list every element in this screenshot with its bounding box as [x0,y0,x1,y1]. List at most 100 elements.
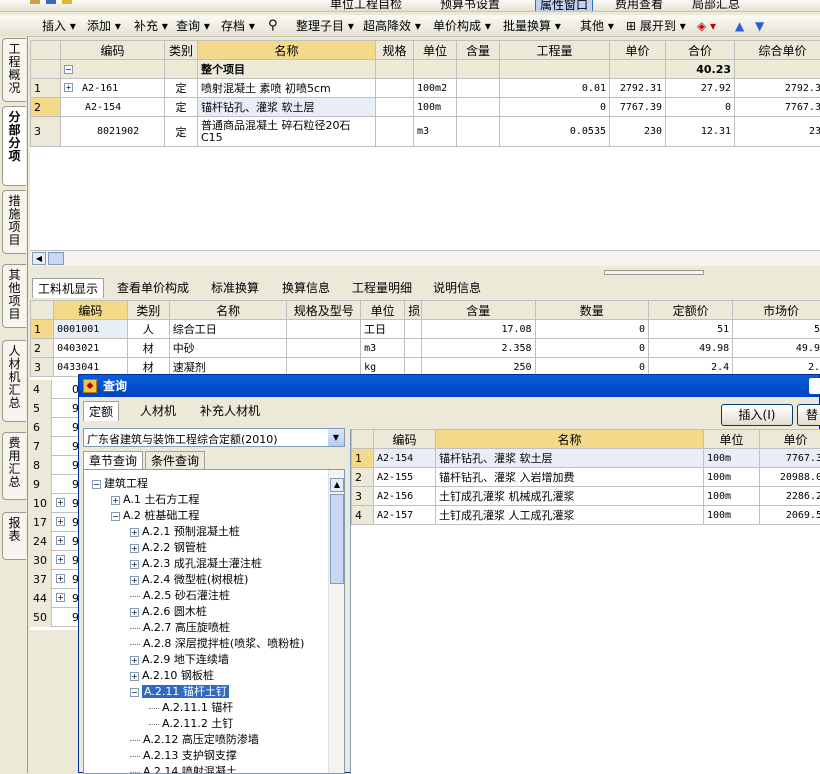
table-row[interactable]: 2 0403021 材 中砂 m3 2.358 0 49.98 49.98 [31,339,820,358]
expand-icon[interactable]: + [130,528,139,537]
side-tab-resource-summary[interactable]: 人材机汇总 [2,340,26,422]
col-header[interactable]: 单位 [414,41,457,60]
tree-node[interactable]: +A.2.4 微型桩(树根桩) [130,572,248,588]
col-header[interactable]: 编码 [61,41,165,60]
price-composition-menu[interactable]: 单价构成 ▾ [433,15,491,37]
cell-mprice[interactable]: 51 [733,320,820,339]
tab-condition-search[interactable]: 条件查询 [145,451,205,469]
expand-icon[interactable]: + [56,574,65,583]
expand-icon[interactable]: + [56,536,65,545]
col-header[interactable]: 规格 [376,41,414,60]
result-row[interactable]: 3 A2-156 土钉成孔灌浆 机械成孔灌浆 100m 2286.26 [352,487,820,506]
cell-content[interactable]: 2.358 [422,339,536,358]
tree-node[interactable]: −建筑工程 [92,476,148,492]
col-header[interactable]: 合价 [666,41,735,60]
expand-icon[interactable]: + [56,593,65,602]
tree-node[interactable]: +A.2.10 钢板桩 [130,668,214,684]
tree-node[interactable]: A.2.13 支护钢支撑 [130,748,237,764]
summary-row[interactable]: − 整个项目 40.23 [31,60,820,79]
scroll-thumb[interactable] [48,252,64,265]
tab-standard-convert[interactable]: 标准换算 [206,278,264,298]
scroll-thumb[interactable] [330,494,344,584]
minimize-icon[interactable] [809,378,820,394]
top-grid-scrollbar[interactable]: ◀ [30,250,820,266]
cell-code[interactable]: A2-155 [374,468,436,487]
toolbar-properties-window[interactable]: 属性窗口 [535,0,593,12]
expand-icon[interactable]: + [64,83,73,92]
collapse-icon[interactable]: − [64,65,73,74]
col-header[interactable]: 类别 [165,41,198,60]
tree-node[interactable]: +A.2.6 圆木桩 [130,604,207,620]
col-header[interactable]: 名称 [169,301,287,320]
cell-qty[interactable]: 0 [500,98,610,117]
col-header[interactable]: 损 [405,301,422,320]
tree-node[interactable]: A.2.11.1 锚杆 [149,700,233,716]
toolbar-unit-check[interactable]: 单位工程自检 [330,0,402,12]
chevron-down-icon[interactable]: ▼ [328,429,344,446]
query-menu[interactable]: 查询 ▾ [176,15,210,37]
other-menu[interactable]: 其他 ▾ [580,15,614,37]
expand-icon[interactable]: + [130,560,139,569]
cell-qty[interactable]: 0.0535 [500,117,610,147]
height-reduce-menu[interactable]: 超高降效 ▾ [363,15,421,37]
binoculars-icon[interactable]: ⚲ [268,15,278,37]
tree-node[interactable]: +A.2.1 预制混凝土桩 [130,524,240,540]
tree-node[interactable]: +A.2.3 成孔混凝土灌注桩 [130,556,262,572]
expand-icon[interactable]: + [130,672,139,681]
tree-node[interactable]: A.2.5 砂石灌注桩 [130,588,230,604]
side-tab-measures[interactable]: 措施项目 [2,190,26,254]
side-tab-cost-summary[interactable]: 费用汇总 [2,432,26,500]
cell-name[interactable]: 喷射混凝土 素喷 初喷5cm [198,79,376,98]
col-header[interactable]: 含量 [457,41,500,60]
tab-description[interactable]: 说明信息 [428,278,486,298]
tab-supplement-resource[interactable]: 补充人材机 [195,401,265,421]
col-header[interactable]: 含量 [422,301,536,320]
col-header[interactable]: 市场价 [733,301,820,320]
collapse-icon[interactable]: − [92,480,101,489]
tab-quantity-detail[interactable]: 工程量明细 [347,278,417,298]
col-header[interactable]: 单位 [361,301,405,320]
cell-code[interactable]: 0001001 [54,320,128,339]
toolbar-cost-view[interactable]: 费用查看 [615,0,663,12]
col-header[interactable]: 规格及型号 [287,301,361,320]
cell-qty[interactable]: 0.01 [500,79,610,98]
insert-button[interactable]: 插入(I) [721,404,793,426]
tab-resource[interactable]: 人材机 [135,401,181,421]
file-icons[interactable] [30,0,90,8]
cell-code[interactable]: A2-154 [374,449,436,468]
scroll-left-icon[interactable]: ◀ [32,252,46,265]
organize-menu[interactable]: 整理子目 ▾ [296,15,354,37]
result-row[interactable]: 4 A2-157 土钉成孔灌浆 人工成孔灌浆 100m 2069.56 [352,506,820,525]
cell-unit[interactable]: 100m2 [414,79,457,98]
expand-icon[interactable]: + [130,608,139,617]
cell-name[interactable]: 锚杆钻孔、灌浆 入岩增加费 [436,468,704,487]
archive-menu[interactable]: 存档 ▾ [221,15,255,37]
col-header[interactable]: 编码 [374,430,436,449]
col-header[interactable]: 编码 [54,301,128,320]
cell-code[interactable]: A2-157 [374,506,436,525]
col-header[interactable]: 综合单价 [735,41,820,60]
expand-icon[interactable]: + [130,544,139,553]
expand-icon[interactable]: + [130,656,139,665]
expand-icon[interactable]: + [56,555,65,564]
side-tab-overview[interactable]: 工程概况 [2,38,26,102]
fill-color-icon[interactable]: ◈ ▾ [697,15,716,37]
tree-node[interactable]: +A.1 土石方工程 [111,492,199,508]
col-header[interactable]: 数量 [535,301,649,320]
side-tab-items[interactable]: 分部分项 [2,106,26,186]
splitter[interactable] [604,270,704,275]
cell-content[interactable]: 17.08 [422,320,536,339]
expand-icon[interactable]: + [111,496,120,505]
table-row[interactable]: 2 A2-154 定 锚杆钻孔、灌浆 软土层 100m 0 7767.39 0 … [31,98,820,117]
tab-price-composition[interactable]: 查看单价构成 [112,278,194,298]
collapse-icon[interactable]: − [130,688,139,697]
move-down-icon[interactable]: ▼ [755,15,764,37]
scroll-up-icon[interactable]: ▲ [330,478,344,492]
cell-name[interactable]: 土钉成孔灌浆 人工成孔灌浆 [436,506,704,525]
tree-node[interactable]: −A.2.11 锚杆土钉 [130,684,229,700]
cell-mprice[interactable]: 49.98 [733,339,820,358]
replace-button[interactable]: 替 [797,404,820,426]
side-tab-other[interactable]: 其他项目 [2,264,26,328]
col-header[interactable]: 类别 [127,301,169,320]
toolbar-budget-settings[interactable]: 预算书设置 [440,0,500,12]
